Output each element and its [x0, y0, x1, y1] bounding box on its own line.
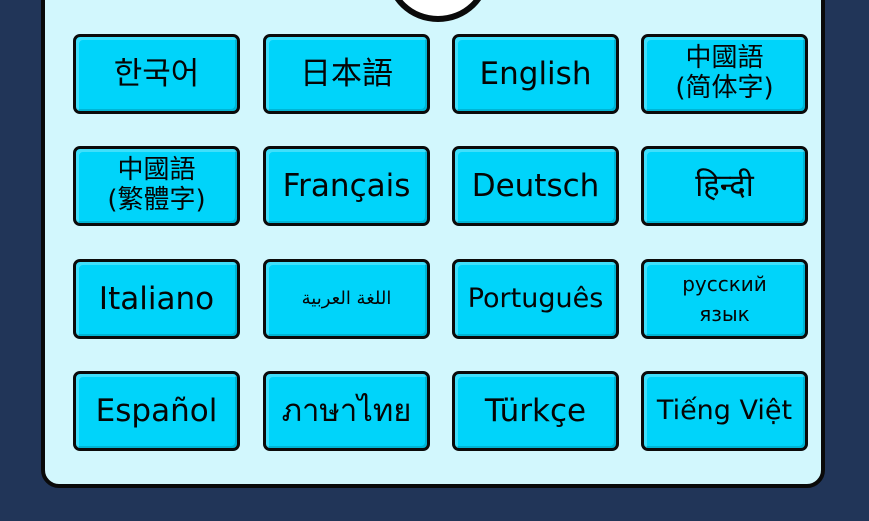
language-button-spanish[interactable]: Español [73, 371, 240, 451]
language-label: 日本語 [300, 55, 393, 92]
language-button-hindi[interactable]: हिन्दी [641, 146, 808, 226]
language-label: Português [467, 283, 604, 315]
language-label: 한국어 [113, 55, 200, 92]
language-button-russian[interactable]: русский язык [641, 259, 808, 339]
language-label: Español [95, 392, 218, 429]
language-label: English [479, 55, 592, 92]
language-label: Français [282, 167, 411, 204]
language-label: Deutsch [471, 167, 600, 204]
language-label: Italiano [98, 280, 215, 317]
language-button-thai[interactable]: ภาษาไทย [263, 371, 430, 451]
language-label: हिन्दी [695, 167, 754, 204]
language-button-english[interactable]: English [452, 34, 619, 114]
language-button-chinese-traditional[interactable]: 中國語 (繁體字) [73, 146, 240, 226]
language-label: 中國語 (繁體字) [107, 155, 206, 215]
language-button-german[interactable]: Deutsch [452, 146, 619, 226]
language-label: Türkçe [484, 392, 587, 429]
language-button-korean[interactable]: 한국어 [73, 34, 240, 114]
language-label: Tiếng Việt [656, 395, 793, 427]
language-button-portuguese[interactable]: Português [452, 259, 619, 339]
language-label: ภาษาไทย [281, 392, 412, 429]
language-button-arabic[interactable]: اللغة العربية [263, 259, 430, 339]
language-label: 中國語 (简体字) [675, 43, 774, 103]
language-button-turkish[interactable]: Türkçe [452, 371, 619, 451]
language-button-vietnamese[interactable]: Tiếng Việt [641, 371, 808, 451]
language-button-japanese[interactable]: 日本語 [263, 34, 430, 114]
language-label: русский язык [682, 272, 767, 326]
language-button-french[interactable]: Français [263, 146, 430, 226]
language-button-chinese-simplified[interactable]: 中國語 (简体字) [641, 34, 808, 114]
language-button-italian[interactable]: Italiano [73, 259, 240, 339]
language-label: اللغة العربية [301, 288, 392, 310]
